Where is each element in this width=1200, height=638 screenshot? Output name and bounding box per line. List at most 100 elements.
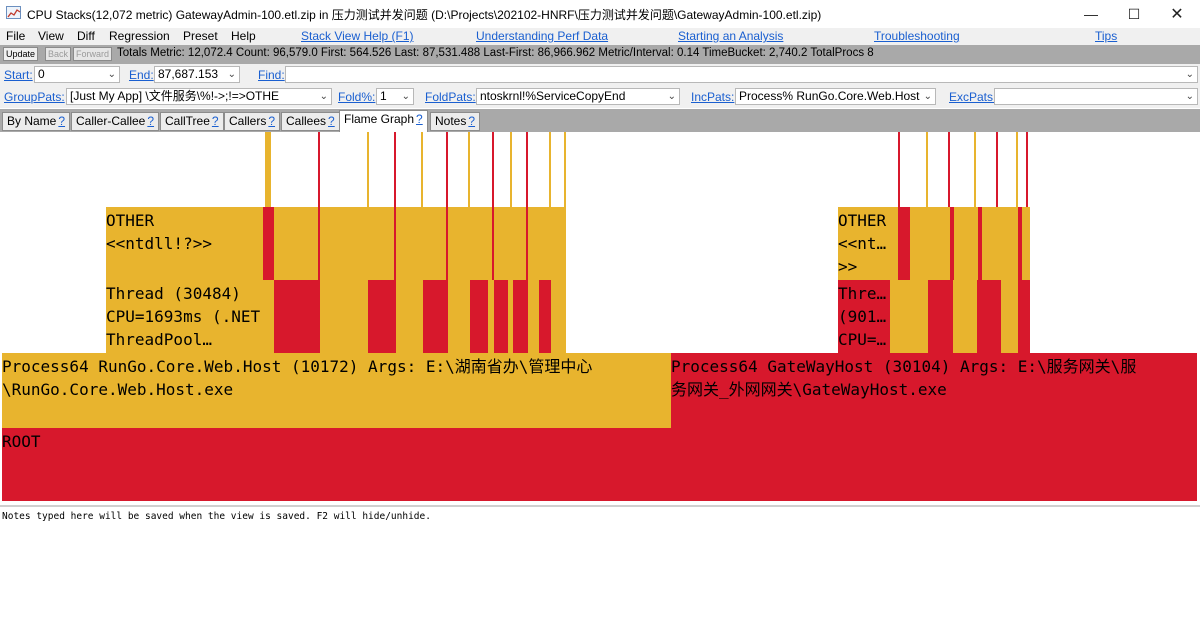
- link-starting-an-analysis[interactable]: Starting an Analysis: [678, 29, 783, 43]
- tab-help-link[interactable]: ?: [268, 114, 275, 128]
- flame-frame[interactable]: [539, 280, 551, 353]
- flame-frame[interactable]: [367, 132, 369, 280]
- pattern-filter-row: GroupPats: [Just My App] \文件服务\%!->;!=>O…: [0, 86, 1200, 108]
- grouppats-label[interactable]: GroupPats:: [4, 90, 65, 104]
- tab-help-link[interactable]: ?: [212, 114, 219, 128]
- flame-frame[interactable]: [549, 132, 551, 280]
- menu-view[interactable]: View: [38, 29, 64, 43]
- tab-caller-callee[interactable]: Caller-Callee?: [71, 112, 160, 131]
- link-troubleshooting[interactable]: Troubleshooting: [874, 29, 960, 43]
- flame-frame[interactable]: [446, 132, 448, 280]
- flame-frame[interactable]: [1026, 132, 1028, 207]
- foldpats-label[interactable]: FoldPats:: [425, 90, 476, 104]
- menu-diff[interactable]: Diff: [77, 29, 95, 43]
- flame-frame[interactable]: [468, 132, 470, 280]
- menu-help[interactable]: Help: [231, 29, 256, 43]
- flame-frame[interactable]: [1016, 132, 1018, 207]
- maximize-button[interactable]: ☐: [1111, 0, 1157, 28]
- incpats-label[interactable]: IncPats:: [691, 90, 734, 104]
- excpats-input[interactable]: ⌄: [994, 88, 1198, 105]
- flame-frame-other-nt[interactable]: OTHER <<nt… >>: [838, 207, 898, 280]
- update-button[interactable]: Update: [3, 47, 39, 61]
- tab-by-name[interactable]: By Name?: [2, 112, 71, 131]
- excpats-label[interactable]: ExcPats:: [949, 90, 996, 104]
- flame-frame[interactable]: [982, 207, 1018, 280]
- flame-frame[interactable]: [974, 132, 976, 207]
- flame-frame[interactable]: [513, 280, 528, 353]
- flame-frame[interactable]: [396, 280, 423, 353]
- flame-frame[interactable]: [898, 132, 900, 207]
- link-stack-view-help[interactable]: Stack View Help (F1): [301, 29, 413, 43]
- tab-help-link[interactable]: ?: [58, 114, 65, 128]
- flame-frame[interactable]: [494, 280, 508, 353]
- tab-callers[interactable]: Callers?: [224, 112, 281, 131]
- flame-frame[interactable]: [953, 280, 977, 353]
- flame-frame[interactable]: [1018, 280, 1030, 353]
- start-label[interactable]: Start:: [4, 68, 33, 82]
- fold-percent-input[interactable]: 1 ⌄: [376, 88, 414, 105]
- flame-frame-thread-901[interactable]: Thre… (901… CPU=…: [838, 280, 890, 353]
- find-input[interactable]: ⌄: [285, 66, 1198, 83]
- flame-frame[interactable]: [263, 207, 274, 280]
- flame-frame-other-ntdll[interactable]: OTHER <<ntdll!?>>: [106, 207, 263, 280]
- minimize-button[interactable]: —: [1068, 0, 1114, 28]
- tab-help-link[interactable]: ?: [468, 114, 475, 128]
- fold-percent-label[interactable]: Fold%:: [338, 90, 375, 104]
- flame-frame[interactable]: [551, 280, 566, 353]
- grouppats-input[interactable]: [Just My App] \文件服务\%!->;!=>OTHE ⌄: [66, 88, 332, 105]
- flame-frame[interactable]: [510, 132, 512, 280]
- flame-frame[interactable]: [910, 207, 950, 280]
- flame-frame[interactable]: [492, 132, 494, 280]
- flame-frame-root[interactable]: ROOT: [2, 428, 1197, 501]
- flame-frame[interactable]: [526, 132, 528, 280]
- find-label[interactable]: Find:: [258, 68, 285, 82]
- tab-help-link[interactable]: ?: [328, 114, 335, 128]
- menu-regression[interactable]: Regression: [109, 29, 170, 43]
- back-button[interactable]: Back: [45, 47, 72, 61]
- flame-frame[interactable]: [318, 132, 320, 280]
- menu-file[interactable]: File: [6, 29, 25, 43]
- tab-callees[interactable]: Callees?: [281, 112, 340, 131]
- flame-frame-thread-30484[interactable]: Thread (30484) CPU=1693ms (.NET ThreadPo…: [106, 280, 274, 353]
- flame-frame[interactable]: [265, 132, 271, 207]
- end-input[interactable]: 87,687.153 ⌄: [154, 66, 240, 83]
- tab-help-link[interactable]: ?: [416, 112, 423, 126]
- end-label[interactable]: End:: [129, 68, 154, 82]
- tab-notes[interactable]: Notes?: [430, 112, 481, 131]
- flame-frame[interactable]: [977, 280, 1001, 353]
- tab-flame-graph[interactable]: Flame Graph?: [339, 110, 428, 132]
- flame-frame[interactable]: [996, 132, 998, 207]
- link-tips[interactable]: Tips: [1095, 29, 1117, 43]
- flame-frame-process-gatewayhost[interactable]: Process64 GateWayHost (30104) Args: E:\服…: [671, 353, 1197, 428]
- flame-frame[interactable]: [421, 132, 423, 280]
- tab-help-link[interactable]: ?: [147, 114, 154, 128]
- flame-frame[interactable]: [274, 280, 320, 353]
- flame-frame[interactable]: [423, 280, 448, 353]
- tab-calltree[interactable]: CallTree?: [160, 112, 224, 131]
- start-input[interactable]: 0 ⌄: [34, 66, 120, 83]
- flame-frame[interactable]: [948, 132, 950, 207]
- flame-frame-process-rungo[interactable]: Process64 RunGo.Core.Web.Host (10172) Ar…: [2, 353, 671, 428]
- flame-frame[interactable]: [954, 207, 978, 280]
- flame-graph[interactable]: ROOT Process64 RunGo.Core.Web.Host (1017…: [0, 132, 1200, 505]
- flame-frame[interactable]: [928, 280, 953, 353]
- flame-frame[interactable]: [528, 280, 539, 353]
- flame-frame[interactable]: [1001, 280, 1018, 353]
- flame-frame[interactable]: [890, 280, 928, 353]
- notes-pane[interactable]: Notes typed here will be saved when the …: [0, 505, 1200, 638]
- forward-button[interactable]: Forward: [73, 47, 113, 61]
- menu-preset[interactable]: Preset: [183, 29, 218, 43]
- flame-frame[interactable]: [394, 132, 396, 280]
- flame-frame[interactable]: [470, 280, 488, 353]
- flame-frame[interactable]: [448, 280, 470, 353]
- incpats-input[interactable]: Process% RunGo.Core.Web.Host ⌄: [735, 88, 936, 105]
- link-understanding-perf-data[interactable]: Understanding Perf Data: [476, 29, 608, 43]
- flame-frame[interactable]: [1022, 207, 1030, 280]
- foldpats-input[interactable]: ntoskrnl!%ServiceCopyEnd ⌄: [476, 88, 680, 105]
- flame-frame[interactable]: [320, 280, 368, 353]
- close-button[interactable]: ✕: [1154, 0, 1200, 28]
- flame-frame[interactable]: [926, 132, 928, 207]
- flame-frame[interactable]: [564, 132, 566, 280]
- flame-frame[interactable]: [898, 207, 910, 280]
- flame-frame[interactable]: [368, 280, 396, 353]
